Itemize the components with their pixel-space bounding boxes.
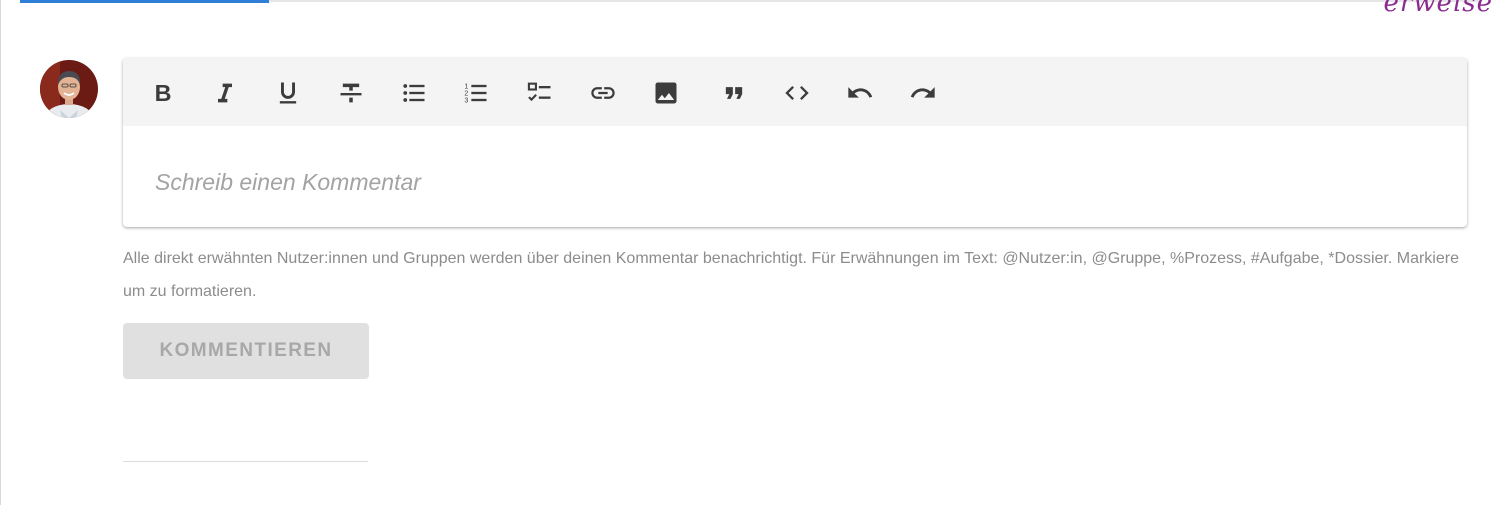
code-icon [785, 86, 809, 100]
link-icon [591, 87, 615, 99]
redo-button[interactable] [906, 76, 940, 110]
bullet-list-button[interactable] [397, 76, 431, 110]
comment-editor: B 1 2 3 Schreib einen Kommentar [123, 58, 1467, 227]
left-border [0, 0, 1, 505]
comment-section: erweise B 1 2 3 Schreib einen Kommentar … [0, 0, 1499, 505]
underline-icon [279, 82, 297, 104]
quote-icon [725, 87, 743, 99]
checklist-button[interactable] [523, 76, 557, 110]
bottom-divider [123, 461, 368, 462]
user-avatar-photo-icon [40, 60, 98, 118]
svg-text:2: 2 [464, 90, 468, 97]
italic-button[interactable] [208, 76, 242, 110]
undo-button[interactable] [843, 76, 877, 110]
redo-icon [910, 87, 935, 98]
comment-input[interactable] [155, 162, 1435, 202]
quote-button[interactable] [717, 76, 751, 110]
image-icon [655, 82, 677, 104]
image-button[interactable] [649, 76, 683, 110]
active-tab-indicator [20, 0, 269, 3]
svg-text:1: 1 [464, 83, 468, 90]
undo-icon [848, 87, 873, 98]
formatting-toolbar: B 1 2 3 [123, 58, 1467, 126]
corner-handwriting: erweise [1383, 0, 1493, 18]
strikethrough-button[interactable] [334, 76, 368, 110]
submit-comment-button[interactable]: KOMMENTIEREN [123, 323, 369, 379]
strikethrough-icon [340, 83, 362, 103]
mention-hint-text: Alle direkt erwähnten Nutzer:innen und G… [123, 250, 1459, 300]
svg-text:3: 3 [464, 97, 468, 104]
svg-text:B: B [155, 80, 172, 106]
italic-icon [218, 83, 232, 103]
link-button[interactable] [586, 76, 620, 110]
underline-button[interactable] [271, 76, 305, 110]
numbered-list-button[interactable]: 1 2 3 [459, 76, 493, 110]
bold-button[interactable]: B [146, 76, 180, 110]
checklist-icon [527, 82, 551, 102]
numbered-list-icon: 1 2 3 [464, 83, 487, 104]
code-button[interactable] [780, 76, 814, 110]
bold-icon: B [155, 80, 172, 106]
avatar [40, 60, 98, 118]
bullet-list-icon [403, 84, 425, 102]
